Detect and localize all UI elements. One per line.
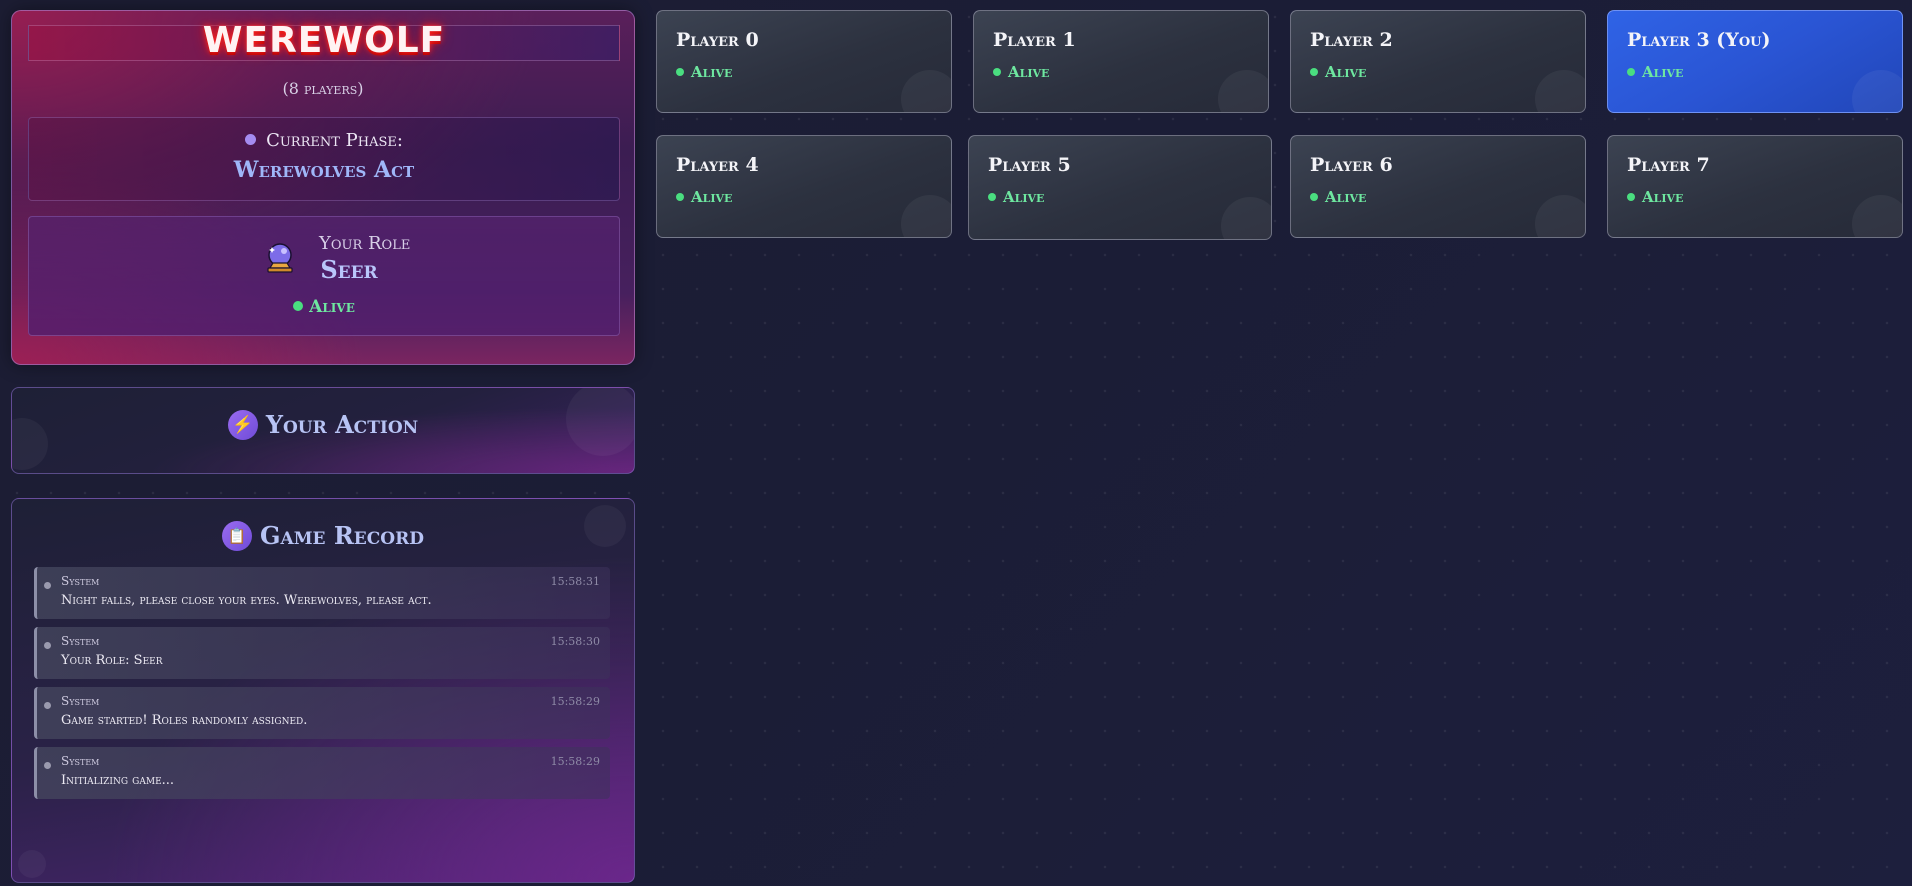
player-status-text: Alive	[1642, 188, 1684, 206]
phase-dot-icon	[245, 134, 257, 145]
player-name: Player 5	[988, 154, 1071, 176]
player-status: Alive	[676, 188, 732, 206]
log-dot-icon	[44, 582, 51, 589]
deco-circle	[901, 70, 951, 112]
alive-dot-icon	[1310, 68, 1318, 76]
phase-box: Current Phase: Werewolves Act	[28, 117, 620, 201]
log-dot-icon	[44, 702, 51, 709]
log-message: Game started! Roles randomly assigned.	[61, 713, 308, 728]
log-source: System	[61, 754, 100, 768]
players-count: (8 players)	[282, 79, 364, 98]
clipboard-icon: 📋	[222, 521, 253, 551]
action-heading: ⚡ Your Action	[12, 410, 634, 440]
player-status-text: Alive	[1325, 188, 1367, 206]
lightning-icon: ⚡	[227, 410, 258, 440]
deco-circle	[18, 850, 46, 878]
player-status: Alive	[1310, 63, 1366, 81]
game-title: WEREWOLF	[202, 19, 446, 61]
log-entry: System 15:58:29 Game started! Roles rand…	[34, 687, 610, 739]
log-entry: System 15:58:30 Your Role: Seer	[34, 627, 610, 679]
player-status: Alive	[1627, 188, 1683, 206]
player-status: Alive	[1310, 188, 1366, 206]
game-record-panel: 📋 Game Record System 15:58:31 Night falls…	[11, 498, 635, 883]
player-status-text: Alive	[691, 188, 733, 206]
role-label: Your Role	[319, 233, 411, 254]
log-message: Night falls, please close your eyes. Wer…	[61, 593, 432, 608]
log-dot-icon	[44, 762, 51, 769]
left-panel: WEREWOLF (8 players) Current Phase: Were…	[11, 10, 635, 883]
phase-label: Current Phase:	[266, 130, 403, 151]
deco-circle	[1218, 70, 1268, 112]
log-source: System	[61, 634, 100, 648]
log-source: System	[61, 574, 100, 588]
player-name: Player 7	[1627, 154, 1710, 176]
self-status: Alive	[29, 297, 619, 317]
player-card-7[interactable]: Player 7 Alive	[1607, 135, 1903, 238]
phase-label-row: Current Phase:	[29, 130, 619, 151]
role-value: Seer	[320, 255, 378, 284]
alive-dot-icon	[993, 68, 1001, 76]
title-banner: WEREWOLF	[28, 20, 620, 61]
alive-dot-icon	[1627, 193, 1635, 201]
player-name: Player 2	[1310, 29, 1393, 51]
player-status-text: Alive	[1003, 188, 1045, 206]
game-status-card: WEREWOLF (8 players) Current Phase: Were…	[11, 10, 635, 365]
log-dot-icon	[44, 642, 51, 649]
alive-dot-icon	[1627, 68, 1635, 76]
player-card-2[interactable]: Player 2 Alive	[1290, 10, 1586, 113]
player-status: Alive	[676, 63, 732, 81]
player-status-text: Alive	[691, 63, 733, 81]
log-entry: System 15:58:31 Night falls, please clos…	[34, 567, 610, 619]
log-message: Initializing game...	[61, 773, 175, 788]
player-status: Alive	[1627, 63, 1683, 81]
player-name: Player 6	[1310, 154, 1393, 176]
self-status-text: Alive	[309, 297, 355, 317]
player-card-3-self[interactable]: Player 3 (You) Alive	[1607, 10, 1903, 113]
alive-dot-icon	[988, 193, 996, 201]
player-name: Player 0	[676, 29, 759, 51]
alive-dot-icon	[676, 68, 684, 76]
log-source: System	[61, 694, 100, 708]
player-status: Alive	[988, 188, 1044, 206]
player-name: Player 4	[676, 154, 759, 176]
player-name: Player 1	[993, 29, 1076, 51]
player-card-0[interactable]: Player 0 Alive	[656, 10, 952, 113]
action-panel: ⚡ Your Action	[11, 387, 635, 474]
log-time: 15:58:29	[550, 755, 600, 768]
phase-value: Werewolves Act	[233, 157, 415, 183]
log-entry: System 15:58:29 Initializing game...	[34, 747, 610, 799]
log-time: 15:58:31	[550, 575, 600, 588]
deco-circle	[1221, 197, 1271, 239]
alive-dot-icon	[676, 193, 684, 201]
record-title: Game Record	[260, 521, 424, 550]
player-card-6[interactable]: Player 6 Alive	[1290, 135, 1586, 238]
player-name: Player 3 (You)	[1627, 29, 1771, 51]
deco-circle	[1852, 70, 1902, 112]
role-box: Your Role Seer Alive	[28, 216, 620, 336]
record-log: System 15:58:31 Night falls, please clos…	[34, 567, 610, 807]
alive-dot-icon	[293, 301, 304, 311]
player-card-4[interactable]: Player 4 Alive	[656, 135, 952, 238]
deco-circle	[1535, 195, 1585, 237]
action-title: Your Action	[265, 410, 419, 439]
player-status-text: Alive	[1325, 63, 1367, 81]
deco-circle	[1535, 70, 1585, 112]
alive-dot-icon	[1310, 193, 1318, 201]
record-heading: 📋 Game Record	[12, 521, 634, 551]
log-message: Your Role: Seer	[61, 653, 163, 668]
deco-circle	[1852, 195, 1902, 237]
player-card-5[interactable]: Player 5 Alive	[968, 135, 1272, 240]
player-status: Alive	[993, 63, 1049, 81]
player-status-text: Alive	[1642, 63, 1684, 81]
player-status-text: Alive	[1008, 63, 1050, 81]
player-card-1[interactable]: Player 1 Alive	[973, 10, 1269, 113]
log-time: 15:58:30	[550, 635, 600, 648]
deco-circle	[901, 195, 951, 237]
log-time: 15:58:29	[550, 695, 600, 708]
